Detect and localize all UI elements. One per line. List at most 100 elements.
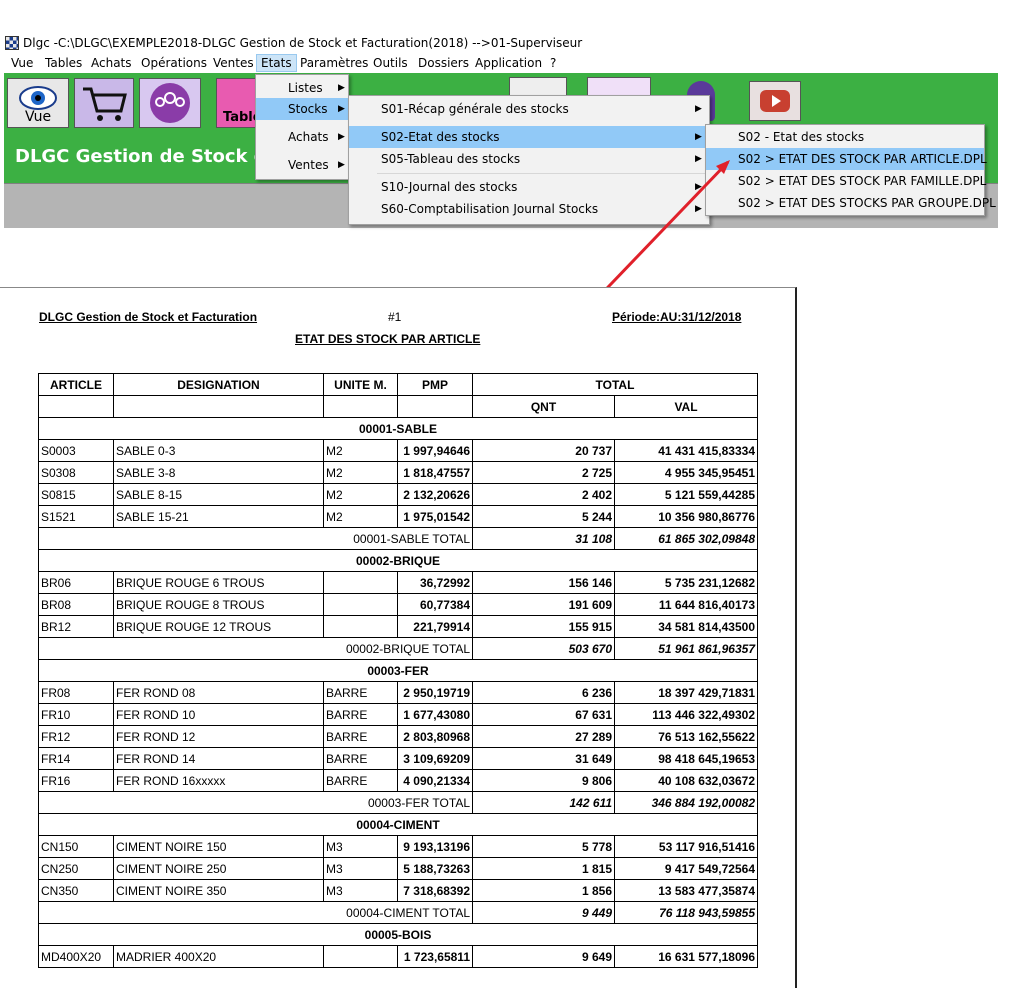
menu-item-s02-etat[interactable]: S02 - Etat des stocks [706,126,984,148]
cell-qnt: 2 725 [472,461,615,484]
menu-operations[interactable]: Opérations [141,56,207,70]
stock-table: ARTICLE DESIGNATION UNITE M. PMP TOTAL Q… [38,373,758,968]
cell-pmp: 1 818,47557 [397,461,473,484]
cell-designation: FER ROND 12 [113,725,324,748]
col-header-total: TOTAL [472,373,758,396]
header-row: ARTICLE DESIGNATION UNITE M. PMP TOTAL [38,373,758,396]
cell-designation: BRIQUE ROUGE 6 TROUS [113,571,324,594]
menu-item-s02-famille[interactable]: S02 > ETAT DES STOCK PAR FAMILLE.DPL [706,170,986,192]
cell-designation: SABLE 15-21 [113,505,324,528]
cell-pmp: 1 997,94646 [397,439,473,462]
group-header-row: 00005-BOIS [38,923,758,946]
group-total-row: 00001-SABLE TOTAL 31 108 61 865 302,09848 [38,527,758,550]
cell-designation: SABLE 0-3 [113,439,324,462]
group-total-qnt: 142 611 [472,791,615,814]
cell-designation: FER ROND 14 [113,747,324,770]
cell-pmp: 1 723,65811 [397,945,473,968]
video-button[interactable] [749,81,801,121]
cell-val: 13 583 477,35874 [614,879,758,902]
cell-article: BR08 [38,593,114,616]
group-total-label: 00004-CIMENT TOTAL [38,901,473,924]
cell-article: FR14 [38,747,114,770]
menu-item-s01[interactable]: S01-Récap générale des stocks [349,98,709,120]
table-row: S1521 SABLE 15-21 M2 1 975,01542 5 244 10 356… [38,505,758,528]
cell-pmp: 3 109,69209 [397,747,473,770]
group-icon [150,83,190,123]
menu-item-stocks[interactable]: Stocks [256,98,348,120]
play-icon [760,90,790,112]
window-title-bar: Dlgc -C:\DLGC\EXEMPLE2018-DLGC Gestion d… [5,34,582,52]
menu-item-ventes[interactable]: Ventes [256,154,348,176]
col-header-unite: UNITE M. [323,373,398,396]
cell-qnt: 6 236 [472,681,615,704]
cell-unite: BARRE [323,747,398,770]
cell-qnt: 9 806 [472,769,615,792]
cell-val: 113 446 322,49302 [614,703,758,726]
submenu-arrow-icon: ▶ [338,160,345,170]
col-header-article: ARTICLE [38,373,114,396]
group-header-row: 00004-CIMENT [38,813,758,836]
cell-article: FR08 [38,681,114,704]
cell-designation: CIMENT NOIRE 150 [113,835,324,858]
menu-outils[interactable]: Outils [373,56,408,70]
menu-parametres[interactable]: Paramètres [300,56,368,70]
table-row: FR16 FER ROND 16xxxxx BARRE 4 090,21334 9 80… [38,769,758,792]
report-period: Période:AU:31/12/2018 [612,310,742,324]
cell-designation: SABLE 3-8 [113,461,324,484]
cell-unite: M3 [323,879,398,902]
table-row: FR10 FER ROND 10 BARRE 1 677,43080 67 631 113… [38,703,758,726]
submenu-arrow-icon: ▶ [695,132,702,142]
group-total-val: 346 884 192,00082 [614,791,758,814]
cell-unite [323,615,398,638]
cell-designation: SABLE 8-15 [113,483,324,506]
cell-article: S0815 [38,483,114,506]
group-total-row: 00004-CIMENT TOTAL 9 449 76 118 943,59855 [38,901,758,924]
group-total-qnt: 503 670 [472,637,615,660]
menu-item-achats[interactable]: Achats [256,126,348,148]
cell-pmp: 2 132,20626 [397,483,473,506]
col-header-qnt: QNT [472,395,615,418]
cell-article: BR06 [38,571,114,594]
cell-article: FR16 [38,769,114,792]
menu-item-s02[interactable]: S02-Etat des stocks [349,126,709,148]
cell-pmp: 60,77384 [397,593,473,616]
cell-article: BR12 [38,615,114,638]
operations-button[interactable] [139,78,201,128]
cell-qnt: 191 609 [472,593,615,616]
table-row: FR12 FER ROND 12 BARRE 2 803,80968 27 289 76 … [38,725,758,748]
cell-qnt: 155 915 [472,615,615,638]
cell-val: 11 644 816,40173 [614,593,758,616]
menu-etats[interactable]: Etats [256,54,297,72]
achats-button[interactable] [74,78,134,128]
group-total-val: 76 118 943,59855 [614,901,758,924]
group-total-row: 00002-BRIQUE TOTAL 503 670 51 961 861,9635… [38,637,758,660]
group-total-label: 00001-SABLE TOTAL [38,527,473,550]
report-company: DLGC Gestion de Stock et Facturation [39,310,258,324]
menu-dossiers[interactable]: Dossiers [418,56,469,70]
vue-button[interactable]: Vue [7,78,69,128]
cell-pmp: 2 803,80968 [397,725,473,748]
cell-unite: BARRE [323,769,398,792]
window-title: Dlgc -C:\DLGC\EXEMPLE2018-DLGC Gestion d… [23,36,583,50]
cell-pmp: 9 193,13196 [397,835,473,858]
cell-article: FR10 [38,703,114,726]
cell-val: 34 581 814,43500 [614,615,758,638]
cell-pmp: 1 677,43080 [397,703,473,726]
menu-application[interactable]: Application [475,56,542,70]
menu-item-s02-article[interactable]: S02 > ETAT DES STOCK PAR ARTICLE.DPL [706,148,987,170]
group-name: 00001-SABLE [38,417,758,440]
group-name: 00002-BRIQUE [38,549,758,572]
cell-unite: M2 [323,461,398,484]
cell-qnt: 5 244 [472,505,615,528]
menu-tables[interactable]: Tables [45,56,82,70]
menu-ventes[interactable]: Ventes [213,56,254,70]
table-row: CN350 CIMENT NOIRE 350 M3 7 318,68392 1 856 1… [38,879,758,902]
menu-help[interactable]: ? [550,56,556,70]
table-row: S0308 SABLE 3-8 M2 1 818,47557 2 725 4 955 34… [38,461,758,484]
cell-designation: MADRIER 400X20 [113,945,324,968]
menu-item-listes[interactable]: Listes [256,77,348,99]
cell-pmp: 221,79914 [397,615,473,638]
menu-vue[interactable]: Vue [11,56,33,70]
menu-achats[interactable]: Achats [91,56,132,70]
menu-item-s02-groupe[interactable]: S02 > ETAT DES STOCKS PAR GROUPE.DPL [706,192,996,214]
